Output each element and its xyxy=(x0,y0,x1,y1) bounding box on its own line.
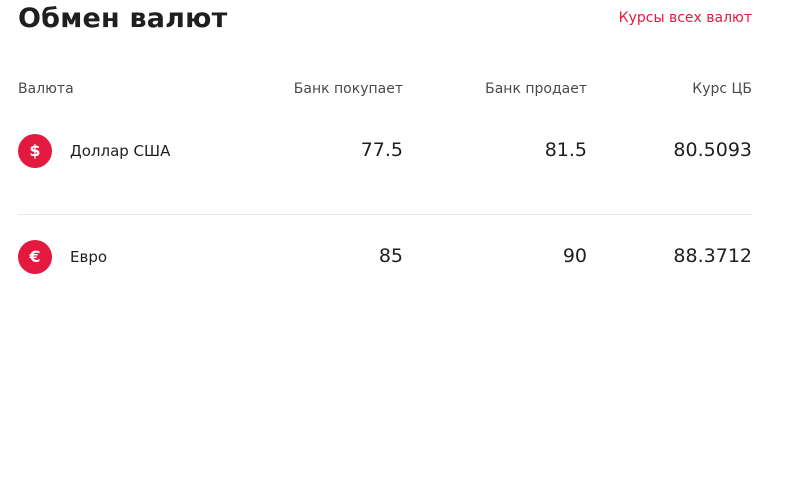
table-row: € Евро 85 90 88.3712 xyxy=(18,214,752,277)
table-header: Валюта Банк покупает Банк продает Курс Ц… xyxy=(18,64,752,126)
euro-icon: € xyxy=(18,240,52,274)
bank-sells-value: 81.5 xyxy=(544,139,587,161)
table-row: $ Доллар США 77.5 81.5 80.5093 xyxy=(18,126,752,192)
widget-header: Обмен валют Курсы всех валют xyxy=(18,0,752,64)
column-header-cb-rate: Курс ЦБ xyxy=(692,81,752,97)
currency-exchange-widget: Обмен валют Курсы всех валют Валюта Банк… xyxy=(18,0,752,277)
page-title: Обмен валют xyxy=(18,3,228,34)
bank-buys-value: 77.5 xyxy=(360,139,403,161)
cb-rate-value: 88.3712 xyxy=(673,245,752,267)
currency-name: Доллар США xyxy=(70,142,171,160)
bank-buys-value: 85 xyxy=(378,245,403,267)
dollar-icon: $ xyxy=(18,134,52,168)
column-header-bank-buys: Банк покупает xyxy=(293,81,403,97)
column-header-currency: Валюта xyxy=(18,81,74,97)
column-header-bank-sells: Банк продает xyxy=(485,81,587,97)
currency-name: Евро xyxy=(70,248,108,266)
all-rates-link[interactable]: Курсы всех валют xyxy=(619,9,752,27)
cb-rate-value: 80.5093 xyxy=(673,139,752,161)
bank-sells-value: 90 xyxy=(562,245,587,267)
